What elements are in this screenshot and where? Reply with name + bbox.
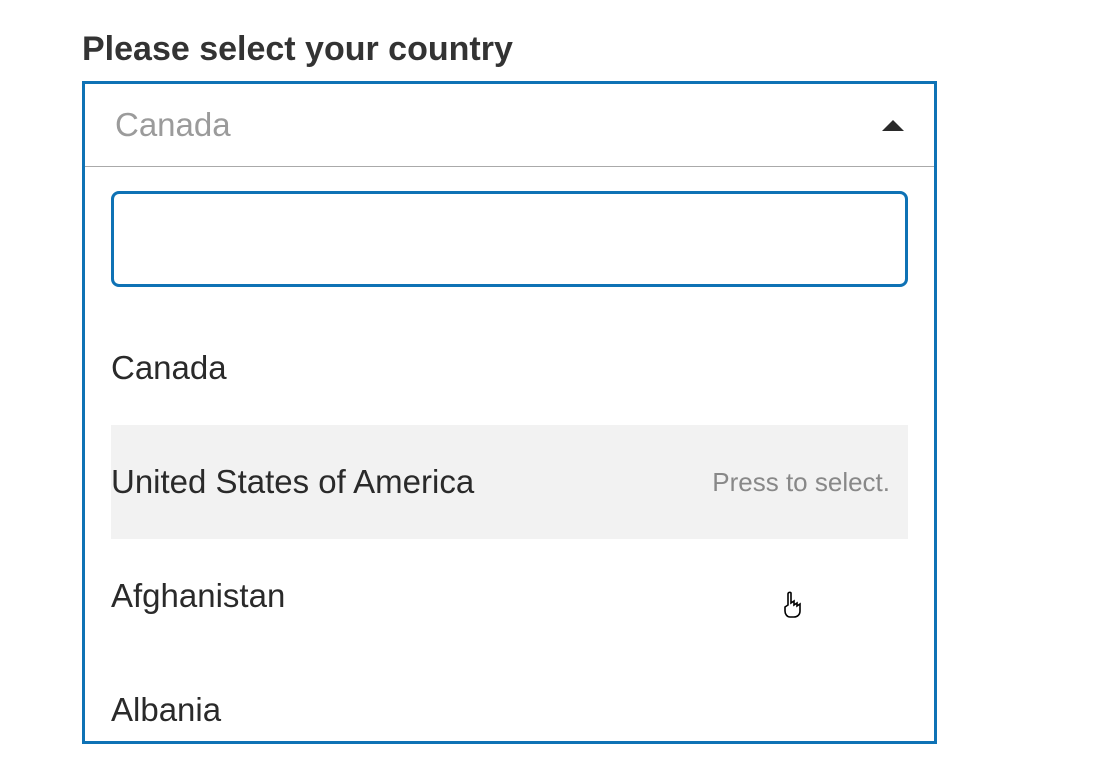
dropdown-body: Canada United States of America Press to… [85, 167, 934, 741]
option-label: Canada [111, 349, 227, 387]
options-wrapper: Canada United States of America Press to… [111, 311, 908, 741]
option-label: Albania [111, 691, 221, 729]
option-label: Afghanistan [111, 577, 285, 615]
country-dropdown: Canada Canada United States of America P… [82, 81, 937, 744]
dropdown-header[interactable]: Canada [85, 84, 934, 167]
dropdown-option-united-states[interactable]: United States of America Press to select… [111, 425, 908, 539]
field-label: Please select your country [82, 30, 1116, 69]
dropdown-selected-value: Canada [115, 106, 231, 144]
caret-up-icon [882, 120, 904, 131]
options-list: Canada United States of America Press to… [111, 311, 908, 741]
dropdown-option-afghanistan[interactable]: Afghanistan [111, 539, 908, 653]
dropdown-search-input[interactable] [111, 191, 908, 287]
dropdown-option-albania[interactable]: Albania [111, 653, 908, 741]
option-hint: Press to select. [712, 467, 890, 498]
option-label: United States of America [111, 463, 474, 501]
dropdown-option-canada[interactable]: Canada [111, 311, 908, 425]
